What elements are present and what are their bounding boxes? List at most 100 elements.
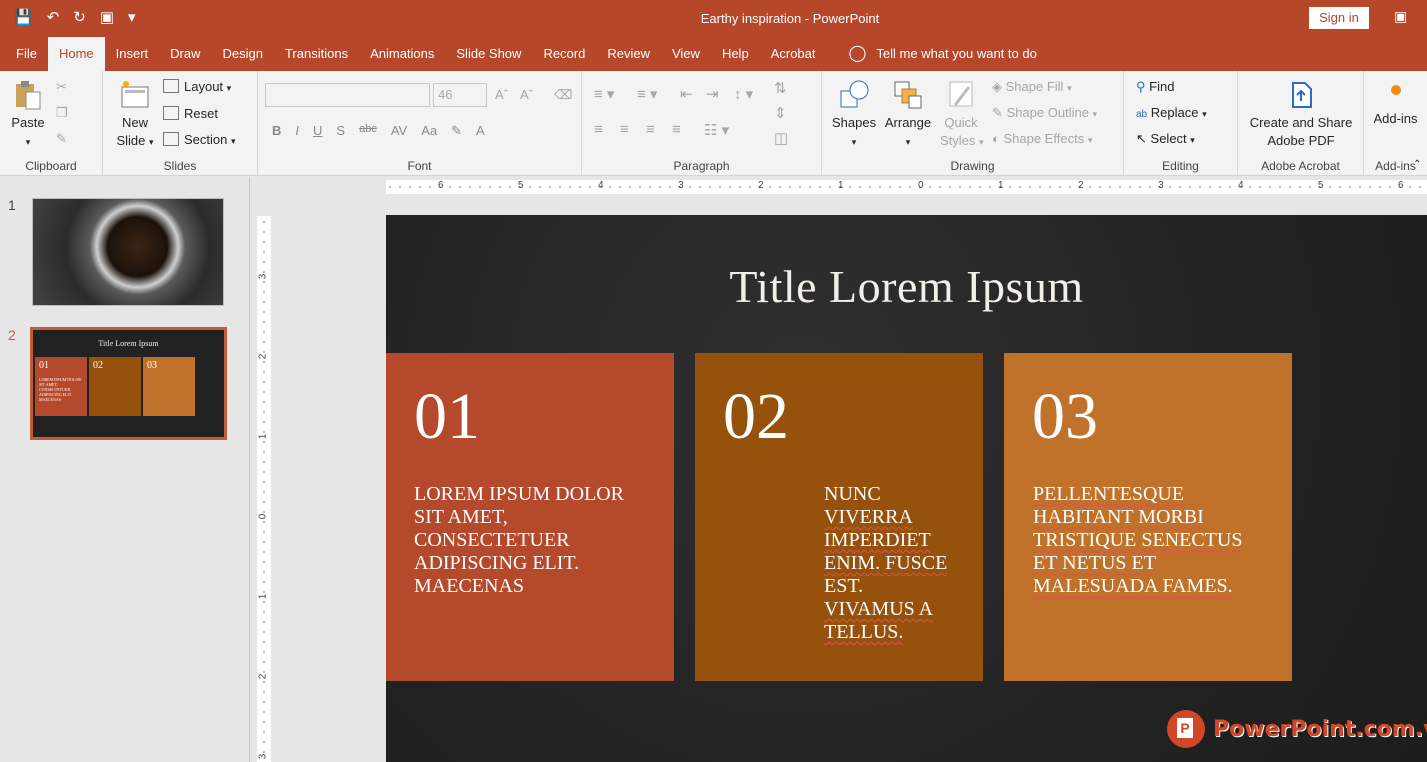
- slide-thumbnail-2[interactable]: Title Lorem Ipsum 01 LOREM IPSUM DOLOR S…: [30, 327, 227, 440]
- mini-card-number: 02: [93, 360, 103, 371]
- content-card-1[interactable]: 01 LOREM IPSUM DOLOR SIT AMET, CONSECTET…: [386, 353, 674, 681]
- underline-button[interactable]: U: [313, 123, 322, 139]
- tab-help[interactable]: Help: [711, 37, 760, 71]
- lightbulb-icon: ◯: [848, 45, 867, 62]
- mini-card-number: 01: [39, 360, 49, 371]
- shape-outline-button[interactable]: ✎ Shape Outline ▾: [992, 105, 1097, 121]
- line-spacing-icon[interactable]: ↕ ▾: [734, 85, 753, 103]
- new-slide-icon: [121, 81, 149, 108]
- justify-icon[interactable]: ≡: [672, 121, 681, 138]
- ruler-label: 1: [257, 593, 269, 600]
- add-ins-button[interactable]: Add-ins: [1364, 85, 1427, 128]
- copy-icon[interactable]: ❐: [56, 105, 68, 121]
- shape-fill-button[interactable]: ◈ Shape Fill ▾: [992, 79, 1072, 95]
- mini-card-number: 03: [147, 360, 157, 371]
- chevron-down-icon: ▾: [231, 136, 236, 146]
- find-button[interactable]: ⚲ Find: [1136, 79, 1174, 95]
- ruler-label: 4: [1238, 180, 1244, 191]
- tab-acrobat[interactable]: Acrobat: [760, 37, 827, 71]
- content-card-3[interactable]: 03 PELLENTESQUE HABITANT MORBI TRISTIQUE…: [1004, 353, 1292, 681]
- layout-button[interactable]: Layout ▾: [163, 79, 231, 94]
- card-text[interactable]: LOREM IPSUM DOLOR SIT AMET, CONSECTETUER…: [414, 483, 654, 598]
- ruler-label: 2: [257, 353, 269, 360]
- arrange-button[interactable]: Arrange ▾: [884, 79, 932, 151]
- shadow-button[interactable]: S: [336, 123, 345, 139]
- tab-design[interactable]: Design: [212, 37, 274, 71]
- font-name-input[interactable]: [265, 83, 430, 107]
- bullets-icon[interactable]: ≡ ▾: [594, 85, 614, 103]
- slide-number-1: 1: [8, 197, 16, 213]
- ruler-label: 6: [1398, 180, 1404, 191]
- align-right-icon[interactable]: ≡: [646, 121, 655, 138]
- find-label: Find: [1149, 79, 1175, 94]
- ruler-label: 4: [598, 180, 604, 191]
- replace-button[interactable]: ab Replace ▾: [1136, 105, 1207, 120]
- ribbon-display-options-icon[interactable]: ▣: [1394, 8, 1407, 25]
- align-left-icon[interactable]: ≡: [594, 121, 603, 138]
- decrease-font-icon[interactable]: Aˇ: [520, 87, 533, 102]
- tab-review[interactable]: Review: [596, 37, 661, 71]
- slide-canvas[interactable]: Title Lorem Ipsum 01 LOREM IPSUM DOLOR S…: [386, 215, 1427, 762]
- smartart-icon[interactable]: ◫: [774, 129, 788, 147]
- cut-icon[interactable]: ✂: [56, 79, 67, 95]
- mini-slide: Title Lorem Ipsum 01 LOREM IPSUM DOLOR S…: [33, 330, 224, 437]
- tab-animations[interactable]: Animations: [359, 37, 445, 71]
- collapse-ribbon-icon[interactable]: ⌃: [1413, 159, 1421, 170]
- tab-insert[interactable]: Insert: [105, 37, 160, 71]
- paste-button[interactable]: Paste ▾: [10, 79, 46, 151]
- shape-effects-button[interactable]: ◐ Shape Effects ▾: [992, 131, 1092, 146]
- ruler-label: 3: [257, 753, 269, 760]
- numbering-icon[interactable]: ≡ ▾: [637, 85, 657, 103]
- char-spacing-button[interactable]: AV: [391, 123, 407, 139]
- align-center-icon[interactable]: ≡: [620, 121, 629, 138]
- new-slide-button[interactable]: New Slide ▾: [113, 79, 157, 151]
- reset-label: Reset: [184, 106, 218, 121]
- layout-label: Layout: [184, 79, 224, 94]
- create-share-pdf-button[interactable]: Create and Share Adobe PDF: [1238, 79, 1364, 150]
- reset-icon: [163, 106, 179, 120]
- horizontal-ruler: 6 5 4 3 2 1 0 1 2 3 4 5 6: [386, 180, 1427, 194]
- tab-view[interactable]: View: [661, 37, 711, 71]
- add-ins-icon: [1390, 85, 1401, 95]
- section-button[interactable]: Section ▾: [163, 132, 236, 147]
- select-button[interactable]: ↖ Select ▾: [1136, 131, 1195, 147]
- slide-title[interactable]: Title Lorem Ipsum: [386, 260, 1427, 313]
- increase-font-icon[interactable]: Aˆ: [495, 87, 508, 102]
- tab-slide-show[interactable]: Slide Show: [445, 37, 532, 71]
- card-text[interactable]: PELLENTESQUE HABITANT MORBI TRISTIQUE SE…: [1033, 483, 1288, 598]
- coffee-cup-image: [33, 199, 223, 305]
- tab-transitions[interactable]: Transitions: [274, 37, 359, 71]
- tab-draw[interactable]: Draw: [159, 37, 211, 71]
- text-direction-icon[interactable]: ⇅: [774, 79, 787, 97]
- sign-in-button[interactable]: Sign in: [1309, 7, 1369, 29]
- font-color-button[interactable]: A: [476, 123, 485, 139]
- align-text-icon[interactable]: ⇕: [774, 104, 787, 122]
- bold-button[interactable]: B: [272, 123, 281, 139]
- tab-file[interactable]: File: [5, 37, 48, 71]
- content-card-2[interactable]: 02 NUNC VIVERRA IMPERDIET ENIM. FUSCE ES…: [695, 353, 983, 681]
- tab-home[interactable]: Home: [47, 37, 105, 71]
- italic-button[interactable]: I: [295, 123, 299, 139]
- title-bar: 💾 ↶ ↻ ▣ ▾ Earthy inspiration - PowerPoin…: [0, 0, 1427, 37]
- clear-formatting-icon[interactable]: ⌫: [554, 87, 572, 103]
- card-line: ET NETUS ET: [1033, 552, 1156, 574]
- chevron-down-icon: ▾: [149, 137, 154, 147]
- tab-record[interactable]: Record: [532, 37, 596, 71]
- card-text[interactable]: NUNC VIVERRA IMPERDIET ENIM. FUSCE EST. …: [824, 483, 979, 644]
- font-size-input[interactable]: 46: [433, 83, 487, 107]
- strikethrough-button[interactable]: abc: [359, 123, 377, 139]
- chevron-down-icon: ▾: [25, 137, 31, 147]
- slide-thumbnail-1[interactable]: [32, 198, 224, 306]
- tell-me-search[interactable]: ◯ Tell me what you want to do: [849, 37, 1037, 71]
- decrease-indent-icon[interactable]: ⇤: [680, 85, 693, 103]
- format-painter-icon[interactable]: ✎: [56, 131, 67, 147]
- chevron-down-icon: ▾: [226, 83, 232, 93]
- reset-button[interactable]: Reset: [163, 106, 218, 121]
- highlight-icon[interactable]: ✎: [451, 123, 462, 139]
- quick-styles-button[interactable]: Quick Styles ▾: [940, 79, 984, 151]
- columns-icon[interactable]: ☷ ▾: [704, 121, 729, 139]
- shapes-button[interactable]: Shapes ▾: [832, 79, 876, 151]
- increase-indent-icon[interactable]: ⇥: [706, 85, 719, 103]
- chevron-down-icon: ▾: [1190, 135, 1195, 145]
- change-case-button[interactable]: Aa: [421, 123, 437, 139]
